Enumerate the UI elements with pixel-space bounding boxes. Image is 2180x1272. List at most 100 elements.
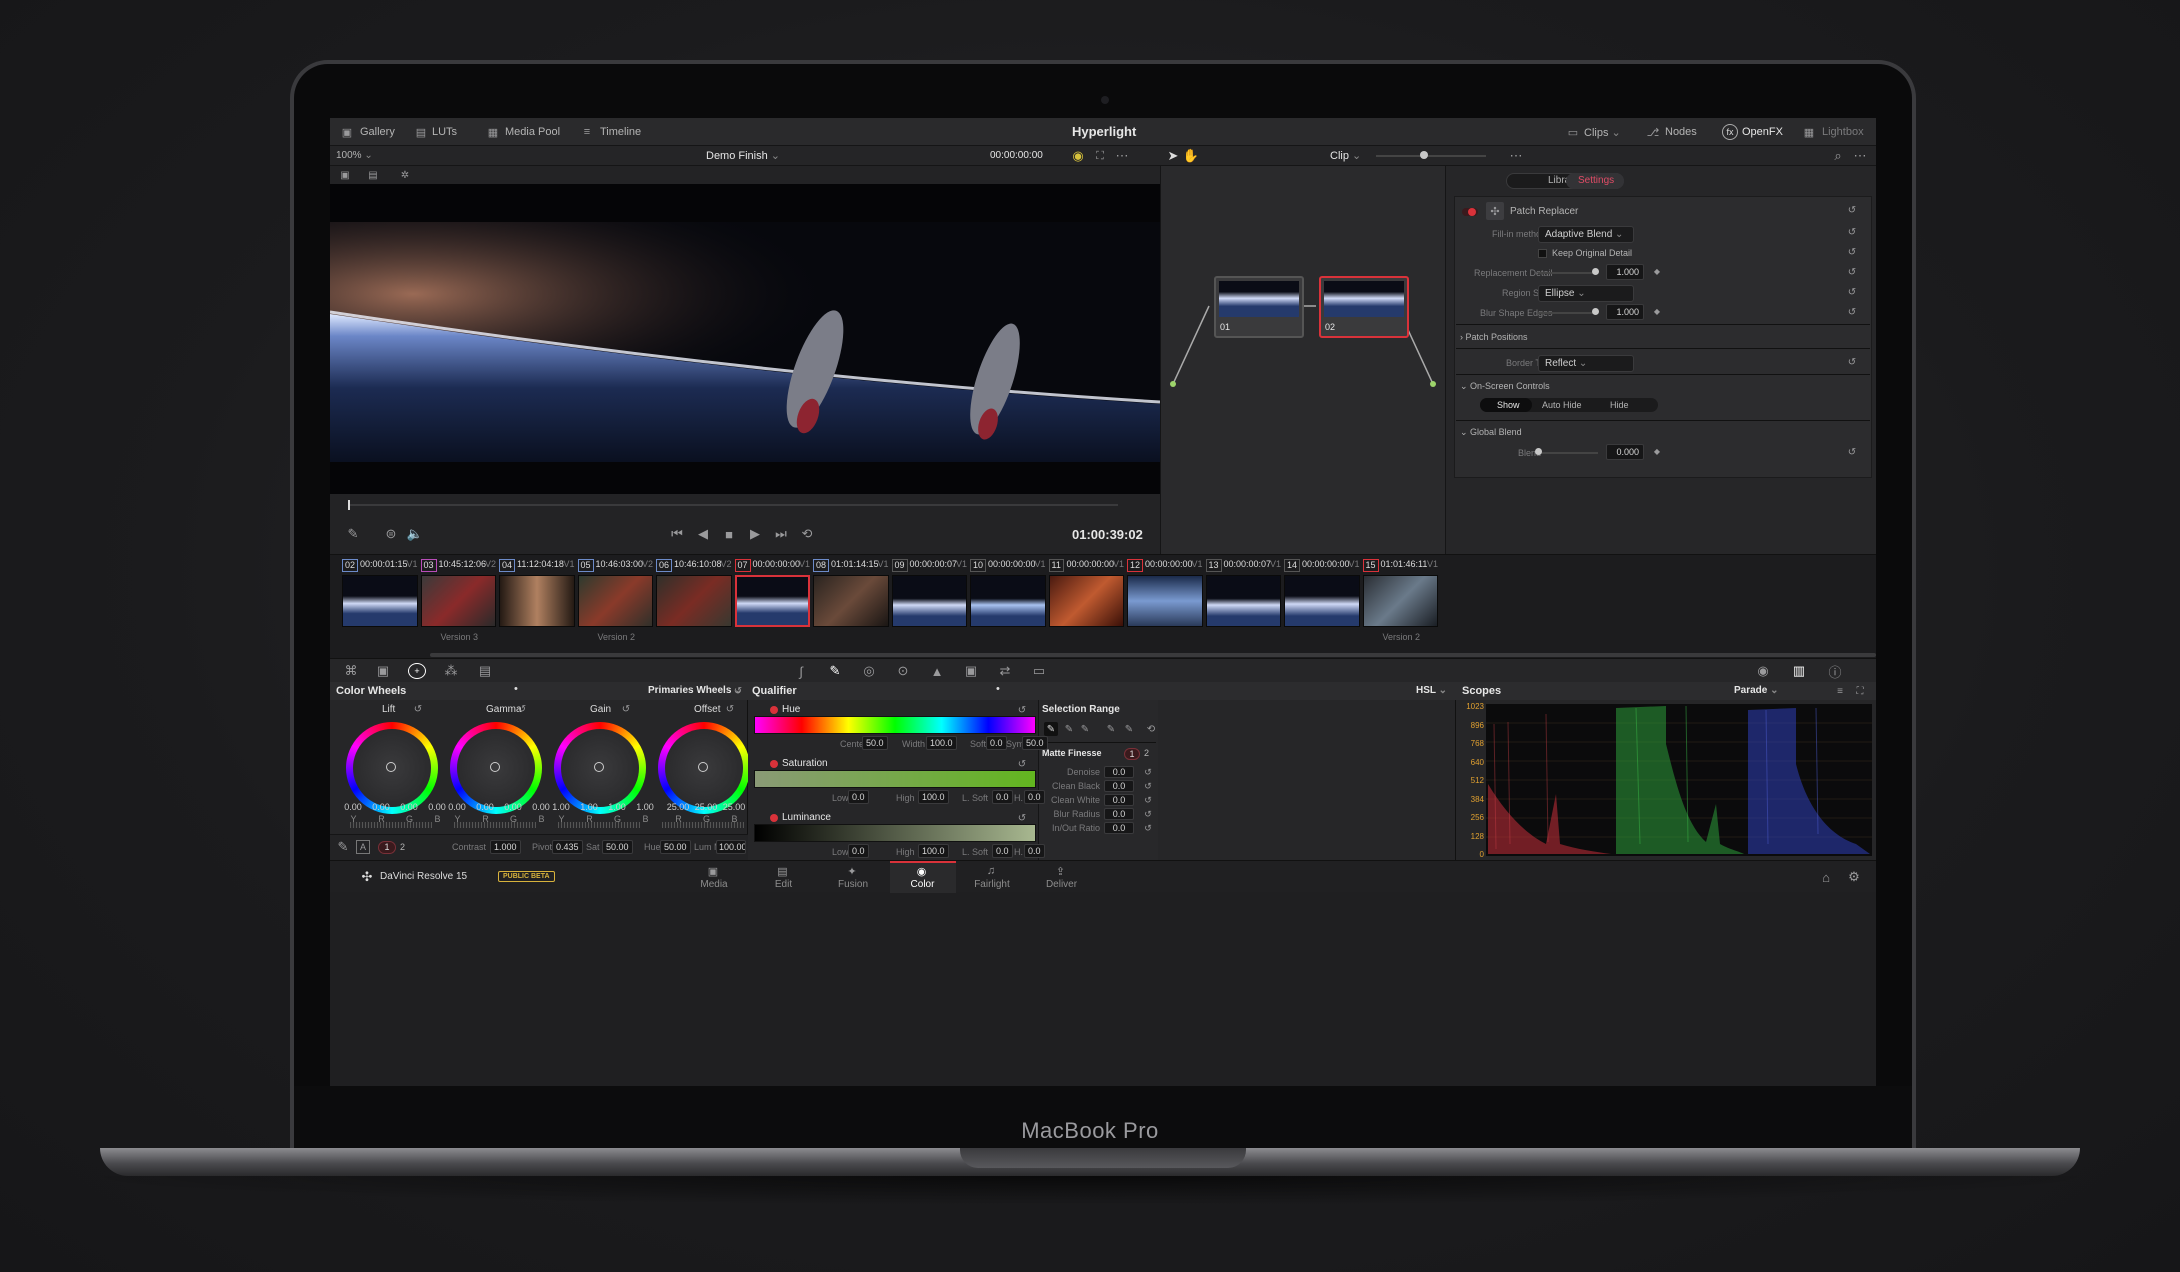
zoom-dropdown[interactable]: 100% <box>336 150 373 161</box>
scopes-icon[interactable]: ▥ <box>1790 663 1808 679</box>
lum-hsoft-value[interactable]: 0.0 <box>1024 844 1045 858</box>
loop-icon[interactable]: ⊜ <box>382 526 400 542</box>
border-type-dropdown[interactable]: Reflect <box>1538 355 1634 372</box>
lum-low-value[interactable]: 0.0 <box>848 844 869 858</box>
wheel-puck[interactable] <box>594 762 604 772</box>
tab-timeline[interactable]: Timeline <box>600 126 641 138</box>
fullscreen-icon[interactable]: ⛶ <box>1092 148 1108 164</box>
node-zoom-slider[interactable] <box>1376 155 1486 157</box>
lum-mix-value[interactable]: 100.00 <box>716 840 746 854</box>
volume-icon[interactable]: 🔈 <box>406 526 424 542</box>
fill-in-method-dropdown[interactable]: Adaptive Blend <box>1538 226 1634 243</box>
blur-shape-edges-value[interactable]: 1.000 <box>1606 304 1644 320</box>
viewer[interactable] <box>330 184 1161 494</box>
blend-value[interactable]: 0.000 <box>1606 444 1644 460</box>
window-icon[interactable]: ◎ <box>860 663 878 679</box>
effects-icon[interactable]: ✲ <box>398 168 412 182</box>
keyframe-icon[interactable]: ◆ <box>1652 266 1662 276</box>
sat-low-value[interactable]: 0.0 <box>848 790 869 804</box>
wheel-reset-icon[interactable]: ↺ <box>412 703 424 715</box>
page-color[interactable]: Color <box>889 879 957 890</box>
effect-reset-icon[interactable]: ↺ <box>1846 204 1858 216</box>
wheels-page-2[interactable]: 2 <box>400 842 405 852</box>
hand-icon[interactable]: ✋ <box>1183 148 1199 164</box>
clip-thumbnail[interactable] <box>420 575 496 627</box>
sat-hsoft-value[interactable]: 0.0 <box>1024 790 1045 804</box>
lum-lsoft-value[interactable]: 0.0 <box>992 844 1013 858</box>
color-wheel[interactable] <box>450 722 542 814</box>
key-icon[interactable]: ▣ <box>962 663 980 679</box>
clip-thumbnail[interactable] <box>499 575 575 627</box>
settings-icon[interactable]: ⚙ <box>1846 869 1862 885</box>
scopes-settings-icon[interactable]: ≡ <box>1834 685 1846 697</box>
node-01[interactable]: 01 <box>1214 276 1304 338</box>
finesse-value[interactable]: 0.0 <box>1104 780 1134 792</box>
region-shape-reset-icon[interactable]: ↺ <box>1846 286 1858 298</box>
wheel-value[interactable]: 0.00 <box>396 802 422 812</box>
wheel-reset-icon[interactable]: ↺ <box>620 703 632 715</box>
finesse-value[interactable]: 0.0 <box>1104 822 1134 834</box>
color-wheel[interactable] <box>554 722 646 814</box>
qualifier-icon[interactable]: ✎ <box>826 663 844 679</box>
wheel-reset-icon[interactable]: ↺ <box>724 703 736 715</box>
page-dot[interactable]: • <box>514 683 518 695</box>
scopes-mode-dropdown[interactable]: Parade <box>1734 685 1779 696</box>
pivot-value[interactable]: 0.435 <box>552 840 583 854</box>
tab-clips[interactable]: Clips <box>1584 126 1621 139</box>
contrast-value[interactable]: 1.000 <box>490 840 521 854</box>
finesse-reset-icon[interactable]: ↺ <box>1142 780 1154 792</box>
tracker-icon[interactable]: ⊙ <box>894 663 912 679</box>
border-type-reset-icon[interactable]: ↺ <box>1846 356 1858 368</box>
replacement-detail-slider[interactable] <box>1538 272 1598 274</box>
finesse-value[interactable]: 0.0 <box>1104 808 1134 820</box>
clip-thumbnail[interactable] <box>1362 575 1438 627</box>
feather-minus-icon[interactable]: ✎ <box>1104 722 1118 736</box>
motion-effects-icon[interactable]: ▤ <box>476 663 494 679</box>
qualifier-mode-dropdown[interactable]: HSL <box>1416 685 1447 696</box>
clip-thumbnail[interactable] <box>342 575 418 627</box>
clip-strip-scrollbar[interactable] <box>430 653 1876 657</box>
home-icon[interactable]: ⌂ <box>1818 869 1834 885</box>
node-zoom-knob[interactable] <box>1420 151 1428 159</box>
clip-thumbnail[interactable] <box>813 575 889 627</box>
scrubber-playhead[interactable] <box>348 500 350 510</box>
scopes-expand-icon[interactable]: ⛶ <box>1854 685 1866 697</box>
color-wheels-icon[interactable]: + <box>408 663 426 679</box>
osc-show-button[interactable]: Show <box>1497 400 1520 410</box>
wheel-value[interactable]: 1.00 <box>604 802 630 812</box>
pointer-icon[interactable]: ➤ <box>1166 148 1180 164</box>
finesse-reset-icon[interactable]: ↺ <box>1142 822 1154 834</box>
wheel-value[interactable]: 0.00 <box>444 802 470 812</box>
fusion-page-icon[interactable]: ✦ <box>843 864 861 878</box>
fairlight-page-icon[interactable]: ♫ <box>982 864 1000 878</box>
wheel-value[interactable]: 0.00 <box>368 802 394 812</box>
clip-thumbnail[interactable] <box>1127 575 1203 627</box>
node-02[interactable]: 02 <box>1319 276 1409 338</box>
hue-width-value[interactable]: 100.0 <box>926 736 957 750</box>
deliver-page-icon[interactable]: ⇪ <box>1052 864 1070 878</box>
node-editor[interactable]: 01 02 <box>1160 166 1445 554</box>
osc-hide-button[interactable]: Hide <box>1610 400 1629 410</box>
wheels-reset-icon[interactable]: ↺ <box>732 685 744 697</box>
wheel-mode-dropdown[interactable]: Primaries Wheels <box>648 685 743 696</box>
osc-auto-hide-button[interactable]: Auto Hide <box>1542 400 1582 410</box>
wheel-value[interactable]: 0.00 <box>340 802 366 812</box>
matte-page-1[interactable]: 1 <box>1124 748 1140 760</box>
color-wheel[interactable] <box>346 722 438 814</box>
hue-center-value[interactable]: 50.0 <box>862 736 888 750</box>
finesse-value[interactable]: 0.0 <box>1104 794 1134 806</box>
lum-high-value[interactable]: 100.0 <box>918 844 949 858</box>
picker-plus-icon[interactable]: ✎ <box>1078 722 1092 736</box>
clip-thumbnail[interactable] <box>1048 575 1124 627</box>
finesse-value[interactable]: 0.0 <box>1104 766 1134 778</box>
page-edit[interactable]: Edit <box>750 879 818 890</box>
blur-shape-edges-slider[interactable] <box>1538 312 1598 314</box>
wheel-value[interactable]: 25.00 <box>665 802 691 812</box>
clip-thumbnail[interactable] <box>1284 575 1360 627</box>
wheel-value[interactable]: 25.00 <box>721 802 747 812</box>
highlight-icon[interactable]: ◉ <box>1070 148 1086 164</box>
wheel-value[interactable]: 0.00 <box>500 802 526 812</box>
go-to-start-icon[interactable]: ⏮ <box>668 526 686 542</box>
info-toggle-icon[interactable]: ◉ <box>1754 663 1772 679</box>
picker-icon[interactable]: ✎ <box>1044 722 1058 736</box>
